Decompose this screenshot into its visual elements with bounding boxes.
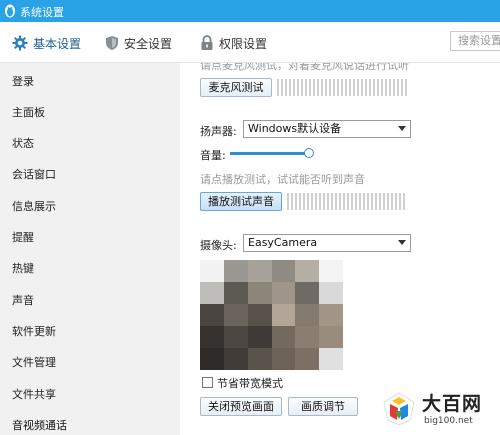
camera-preview [200,260,343,370]
camera-pixel [295,326,320,348]
sidebar-item-reminders[interactable]: 提醒 [12,229,34,245]
tab-basic-settings[interactable]: 基本设置 [12,34,81,52]
speaker-label: 扬声器: [200,125,237,138]
volume-slider-knob[interactable] [304,148,314,158]
mic-test-button[interactable]: 麦克风测试 [200,78,272,97]
penguin-logo-icon [5,4,15,18]
camera-pixel [223,348,248,370]
sidebar-item-file-sharing[interactable]: 文件共享 [12,386,56,402]
volume-label: 音量: [200,149,226,162]
camera-pixel [200,326,224,348]
tab-label: 权限设置 [219,36,268,51]
camera-pixel [271,282,296,304]
site-watermark: 大百网 big100.net [380,385,500,435]
speaker-level-meter [287,193,407,210]
chevron-down-icon [398,126,406,131]
camera-pixel [247,304,272,326]
camera-pixel [247,282,272,304]
camera-label: 摄像头: [200,239,237,252]
bandwidth-saving-checkbox[interactable] [202,377,213,388]
camera-pixel [247,348,272,370]
sidebar-item-hotkeys[interactable]: 热键 [12,260,34,276]
sidebar-item-software-update[interactable]: 软件更新 [12,323,56,339]
tab-label: 安全设置 [124,36,173,51]
camera-pixel [319,304,343,326]
tab-permission-settings[interactable]: 权限设置 [200,34,267,52]
camera-pixel [223,304,248,326]
tab-security-settings[interactable]: 安全设置 [105,34,172,52]
watermark-brand: 大百网 [422,393,483,415]
watermark-logo-icon [383,392,415,426]
chevron-down-icon [398,240,406,245]
camera-pixel [295,304,320,326]
shield-icon [106,36,118,50]
speaker-select-value: Windows默认设备 [248,122,342,135]
title-bar: 系统设置 [0,0,500,22]
camera-pixel [319,260,343,282]
camera-pixel [295,260,320,282]
close-preview-button[interactable]: 关闭预览画面 [200,397,282,416]
sidebar-item-info-display[interactable]: 信息展示 [12,198,56,214]
window-title: 系统设置 [20,6,64,19]
playback-test-button[interactable]: 播放测试声音 [200,192,282,211]
camera-pixel [223,282,248,304]
speaker-select[interactable]: Windows默认设备 [243,120,411,138]
camera-pixel [319,282,343,304]
sidebar-item-chat-window[interactable]: 会话窗口 [12,166,56,182]
sidebar-item-file-management[interactable]: 文件管理 [12,354,56,370]
camera-select[interactable]: EasyCamera [243,234,411,252]
camera-pixel [200,282,224,304]
camera-pixel [319,326,343,348]
search-input[interactable]: 搜索设置 [450,31,500,51]
watermark-url: big100.net [424,416,473,426]
sidebar-item-sound[interactable]: 声音 [12,292,34,308]
camera-pixel [271,304,296,326]
camera-pixel [247,260,272,282]
camera-pixel [271,326,296,348]
lock-icon [201,35,213,50]
settings-sidebar: 登录 主面板 状态 会话窗口 信息展示 提醒 热键 声音 软件更新 文件管理 文… [0,63,180,435]
gear-icon [12,35,28,51]
bandwidth-saving-label: 节省带宽模式 [217,377,283,390]
camera-select-value: EasyCamera [248,236,318,249]
quality-adjust-button[interactable]: 画质调节 [288,397,358,416]
camera-pixel [295,348,320,370]
sidebar-item-login[interactable]: 登录 [12,73,34,89]
mic-level-meter [277,79,407,96]
playback-hint-text: 请点播放测试，试试能否听到声音 [200,173,365,186]
sidebar-item-av-call[interactable]: 音视频通话 [12,417,67,433]
camera-pixel [247,326,272,348]
camera-pixel [295,282,320,304]
tab-label: 基本设置 [33,36,82,51]
camera-pixel [200,348,224,370]
camera-pixel [271,348,296,370]
mic-hint-text: 请点麦克风测试，对着麦克风说话进行试听 [200,63,409,72]
volume-slider-track[interactable] [230,152,308,155]
camera-pixel [223,260,248,282]
camera-pixel [223,326,248,348]
camera-pixel [271,260,296,282]
av-settings-panel: 请点麦克风测试，对着麦克风说话进行试听 麦克风测试 扬声器: Windows默认… [180,63,500,435]
camera-pixel [200,304,224,326]
sidebar-item-main-panel[interactable]: 主面板 [12,104,45,120]
settings-tab-bar: 基本设置 安全设置 权限设置 搜索设置 [0,22,500,63]
sidebar-item-status[interactable]: 状态 [12,135,34,151]
camera-pixel [319,348,343,370]
camera-pixel [200,260,224,282]
